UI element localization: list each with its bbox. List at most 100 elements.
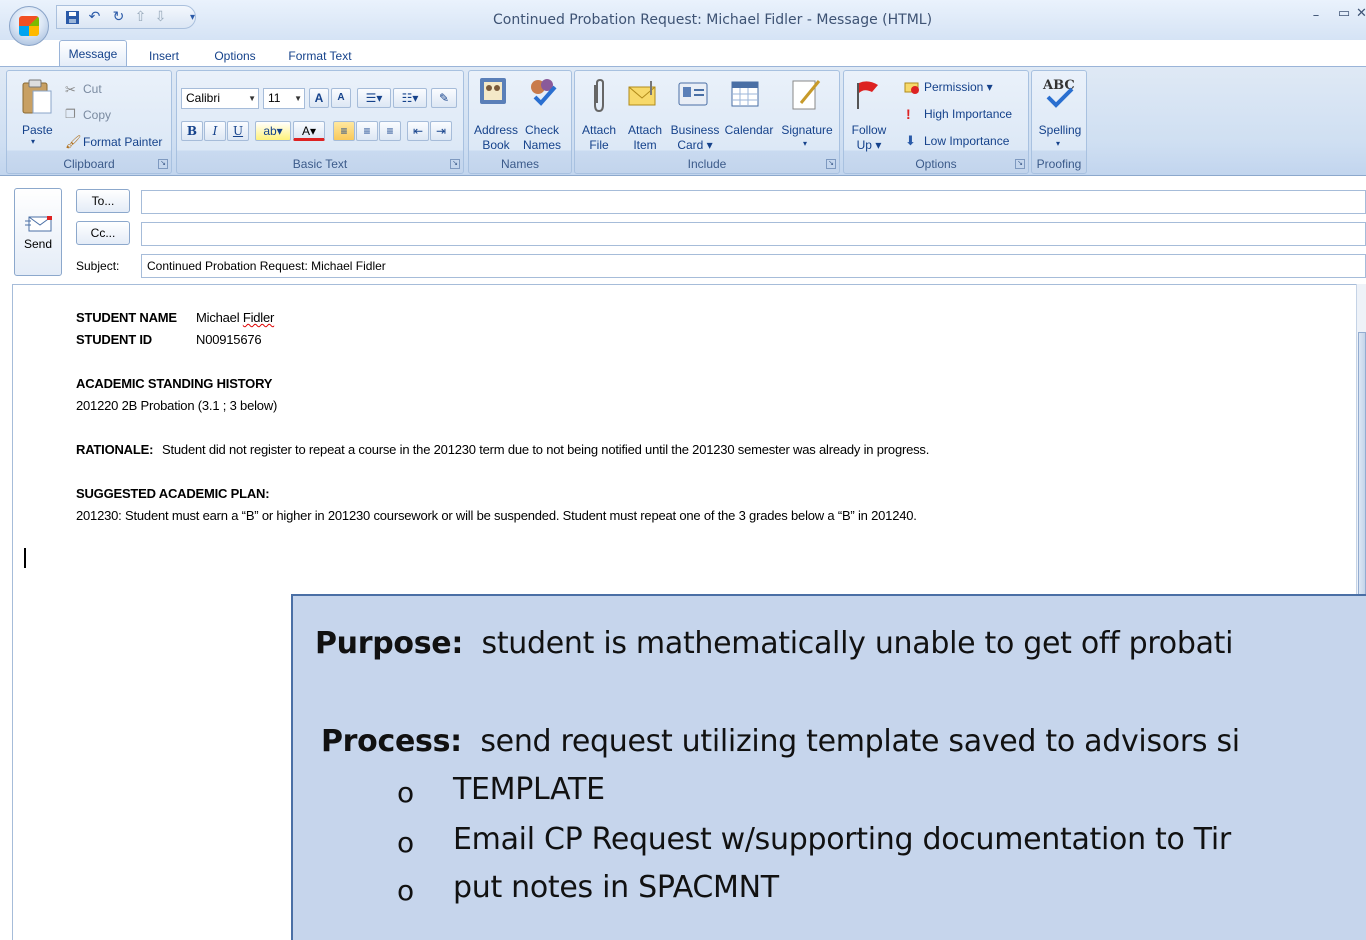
- numbering-button[interactable]: ☷▾: [393, 88, 427, 108]
- close-button[interactable]: ✕: [1356, 6, 1366, 24]
- spelling-button[interactable]: Spelling: [1032, 123, 1088, 138]
- tab-format-text[interactable]: Format Text: [280, 46, 360, 66]
- attach-item-label-2[interactable]: Item: [623, 138, 667, 153]
- tab-message[interactable]: Message: [59, 40, 127, 67]
- copy-icon: ❐: [65, 107, 76, 121]
- purpose-label: Purpose:: [315, 626, 464, 661]
- bullet-item-email: Email CP Request w/supporting documentat…: [453, 822, 1231, 857]
- align-left-button[interactable]: ≡: [333, 121, 355, 141]
- clipboard-group: Paste ▾ ✂ Cut ❐ Copy 🖌 Format Painter Cl…: [6, 70, 172, 174]
- highlight-button[interactable]: ab▾: [255, 121, 291, 141]
- italic-button[interactable]: I: [204, 121, 226, 141]
- check-names-label-1[interactable]: Check: [521, 123, 563, 138]
- clipboard-group-label: Clipboard: [63, 157, 115, 171]
- cc-field[interactable]: [141, 222, 1366, 246]
- follow-up-label-1[interactable]: Follow: [844, 123, 894, 138]
- send-button[interactable]: Send: [14, 188, 62, 276]
- minimize-button[interactable]: –: [1306, 8, 1326, 26]
- attach-item-label-1[interactable]: Attach: [623, 123, 667, 138]
- copy-button[interactable]: Copy: [83, 108, 111, 122]
- proofing-group-label: Proofing: [1036, 157, 1082, 171]
- attach-file-label-1[interactable]: Attach: [577, 123, 621, 138]
- basic-text-group: Calibri ▼ 11 ▼ A A ☰▾ ☷▾ ✎ B I U ab▾ A▾ ≡ …: [176, 70, 464, 174]
- student-name-value: Michael Fidler: [196, 310, 274, 325]
- undo-icon[interactable]: ↶: [87, 10, 102, 25]
- font-name-combo[interactable]: Calibri ▼: [181, 88, 259, 109]
- format-painter-button[interactable]: Format Painter: [83, 135, 162, 149]
- student-id-label: STUDENT ID: [76, 332, 153, 347]
- to-field[interactable]: [141, 190, 1366, 214]
- font-size-value: 11: [268, 91, 281, 105]
- student-last-name: Fidler: [242, 310, 275, 325]
- align-center-button[interactable]: ≡: [356, 121, 378, 141]
- maximize-button[interactable]: ▭: [1334, 6, 1354, 24]
- overlay-note: Purpose: student is mathematically unabl…: [291, 594, 1366, 940]
- subject-label: Subject:: [76, 259, 120, 273]
- align-right-button[interactable]: ≡: [379, 121, 401, 141]
- bullets-button[interactable]: ☰▾: [357, 88, 391, 108]
- chevron-down-icon: ▼: [248, 94, 256, 103]
- spelling-dropdown-icon[interactable]: ▾: [1056, 139, 1060, 148]
- underline-button[interactable]: U: [227, 121, 249, 141]
- scissors-icon: ✂: [65, 82, 76, 97]
- font-color-button[interactable]: A▾: [293, 121, 325, 141]
- tab-options[interactable]: Options: [205, 46, 265, 66]
- signature-button[interactable]: Signature: [777, 123, 837, 138]
- address-book-label-1[interactable]: Address: [471, 123, 521, 138]
- chevron-down-icon: ▼: [294, 94, 302, 103]
- tab-insert[interactable]: Insert: [140, 46, 188, 66]
- grow-font-button[interactable]: A: [309, 88, 329, 108]
- font-size-combo[interactable]: 11 ▼: [263, 88, 305, 109]
- increase-indent-button[interactable]: ⇥: [430, 121, 452, 141]
- spelling-icon[interactable]: ABC: [1042, 75, 1076, 109]
- paste-dropdown-icon[interactable]: ▾: [31, 137, 35, 146]
- scroll-thumb[interactable]: [1358, 332, 1366, 602]
- check-names-icon[interactable]: [525, 75, 559, 109]
- basic-text-launcher-icon[interactable]: ↘: [450, 159, 460, 169]
- attach-file-label-2[interactable]: File: [577, 138, 621, 153]
- address-book-icon[interactable]: [477, 75, 511, 109]
- redo-icon[interactable]: ↻: [111, 10, 126, 25]
- paperclip-icon[interactable]: [587, 78, 621, 113]
- office-button[interactable]: [9, 6, 49, 46]
- subject-field[interactable]: Continued Probation Request: Michael Fid…: [141, 254, 1366, 278]
- history-line: 201220 2B Probation (3.1 ; 3 below): [76, 398, 278, 413]
- styles-icon[interactable]: ✎: [431, 88, 457, 108]
- address-book-label-2[interactable]: Book: [471, 138, 521, 153]
- high-importance-button[interactable]: High Importance: [924, 107, 1012, 121]
- business-card-icon[interactable]: [677, 79, 711, 113]
- down-arrow-icon[interactable]: ⇩: [153, 10, 168, 25]
- include-group: Attach File Attach Item Business Card ▾ …: [574, 70, 840, 174]
- cc-button[interactable]: Cc...: [76, 221, 130, 245]
- up-arrow-icon[interactable]: ⇧: [133, 10, 148, 25]
- options-launcher-icon[interactable]: ↘: [1015, 159, 1025, 169]
- cut-button[interactable]: Cut: [83, 82, 102, 96]
- calendar-button[interactable]: Calendar: [721, 123, 777, 138]
- signature-icon[interactable]: [789, 77, 823, 111]
- save-icon[interactable]: [65, 10, 80, 25]
- include-launcher-icon[interactable]: ↘: [826, 159, 836, 169]
- customize-qat-icon[interactable]: ▾: [185, 10, 200, 25]
- plan-heading: SUGGESTED ACADEMIC PLAN:: [76, 486, 270, 501]
- signature-dropdown-icon[interactable]: ▾: [803, 139, 807, 148]
- student-name-label: STUDENT NAME: [76, 310, 177, 325]
- low-importance-button[interactable]: Low Importance: [924, 134, 1009, 148]
- shrink-font-button[interactable]: A: [331, 88, 351, 108]
- follow-up-label-2[interactable]: Up ▾: [844, 138, 894, 153]
- paste-icon[interactable]: [19, 77, 53, 114]
- business-card-label-2[interactable]: Card ▾: [669, 138, 721, 153]
- decrease-indent-button[interactable]: ⇤: [407, 121, 429, 141]
- paste-button[interactable]: Paste: [22, 123, 53, 137]
- to-button[interactable]: To...: [76, 189, 130, 213]
- clipboard-launcher-icon[interactable]: ↘: [158, 159, 168, 169]
- business-card-label-1[interactable]: Business: [669, 123, 721, 138]
- check-names-label-2[interactable]: Names: [521, 138, 563, 153]
- follow-up-flag-icon[interactable]: [852, 79, 886, 113]
- office-logo-icon: [19, 16, 39, 36]
- title-bar: ↶ ↻ ⇧ ⇩ ▾ Continued Probation Request: M…: [0, 0, 1366, 40]
- attach-item-icon[interactable]: [627, 79, 661, 113]
- bold-button[interactable]: B: [181, 121, 203, 141]
- permission-button[interactable]: Permission ▾: [924, 80, 993, 94]
- names-group-label: Names: [500, 157, 539, 171]
- calendar-icon[interactable]: [729, 79, 763, 113]
